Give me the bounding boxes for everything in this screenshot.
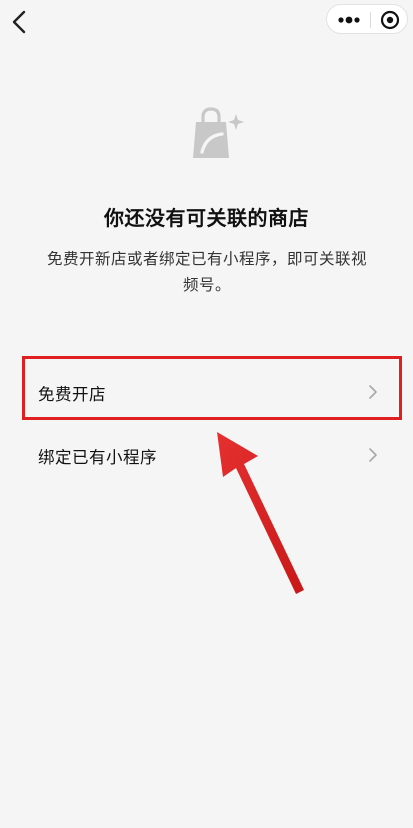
chevron-left-icon[interactable] [6,8,32,36]
chevron-right-icon [369,448,377,462]
capsule-divider [370,12,371,28]
open-store-free-option[interactable]: 免费开店 [22,361,402,421]
bind-mini-program-label: 绑定已有小程序 [38,448,157,467]
target-circle-icon[interactable] [379,9,401,31]
navigation-bar [0,0,413,48]
chevron-right-icon [369,385,377,399]
more-dots-icon[interactable] [334,9,364,29]
empty-state-description: 免费开新店或者绑定已有小程序，即可关联视频号。 [46,250,367,294]
page: 你还没有可关联的商店 免费开新店或者绑定已有小程序，即可关联视频号。 免费开店 … [0,0,413,828]
mini-program-capsule [326,4,408,34]
open-store-free-label: 免费开店 [38,385,106,404]
empty-state-title: 你还没有可关联的商店 [104,206,309,230]
bind-mini-program-option[interactable]: 绑定已有小程序 [22,424,402,484]
shopping-bag-sparkle-icon [193,107,244,158]
